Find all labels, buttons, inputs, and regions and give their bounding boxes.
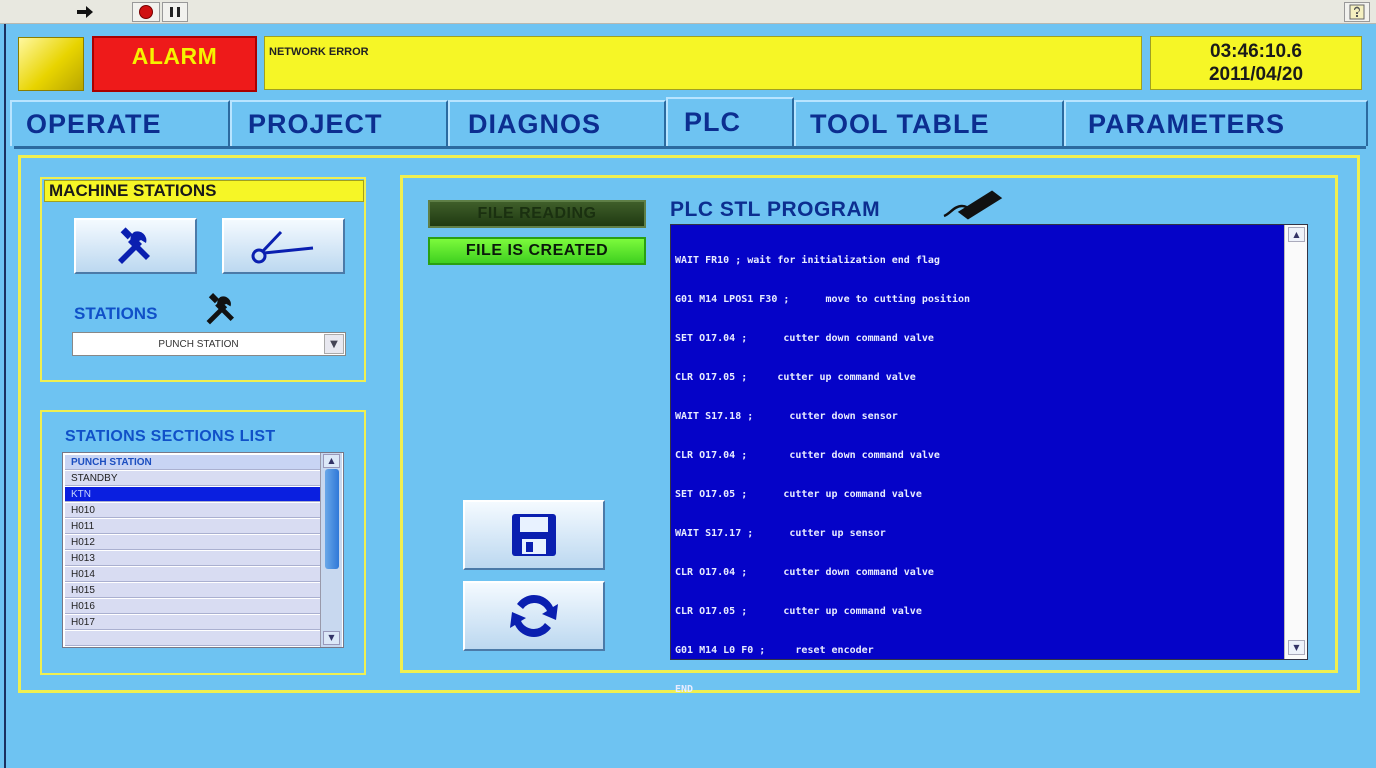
pen-icon[interactable] — [940, 186, 1006, 224]
tools-button[interactable] — [74, 218, 197, 274]
code-editor-scrollbar[interactable]: ▲ ▼ — [1284, 225, 1307, 659]
alarm-label: ALARM — [131, 43, 218, 69]
alarm-message: NETWORK ERROR — [269, 46, 369, 58]
code-line: CLR O17.04 ; cutter down command valve — [675, 567, 934, 578]
list-item[interactable]: H013 — [65, 551, 321, 566]
tab-tool-table[interactable]: TOOL TABLE — [794, 100, 1064, 146]
list-item[interactable]: STANDBY — [65, 471, 321, 486]
code-line: WAIT FR10 ; wait for initialization end … — [675, 255, 940, 266]
tab-parameters[interactable]: PARAMETERS — [1064, 100, 1368, 146]
stations-tools-icon — [198, 290, 246, 332]
list-item[interactable]: H017 — [65, 615, 321, 630]
scrollbar-thumb[interactable] — [325, 469, 339, 569]
list-item[interactable]: H014 — [65, 567, 321, 582]
alarm-indicator: ALARM — [92, 36, 257, 92]
list-item-selected[interactable]: KTN — [65, 487, 321, 502]
station-select-value: PUNCH STATION — [158, 338, 239, 350]
run-button[interactable] — [70, 2, 100, 22]
tab-underline — [14, 146, 1366, 149]
plc-code-lines: WAIT FR10 ; wait for initialization end … — [675, 228, 1285, 722]
code-line: CLR O17.04 ; cutter down command valve — [675, 450, 940, 461]
scroll-up-icon[interactable]: ▲ — [323, 454, 340, 468]
toolbar — [0, 0, 1376, 24]
tab-operate[interactable]: OPERATE — [10, 100, 230, 146]
station-select[interactable]: PUNCH STATION ▼ — [72, 332, 346, 356]
clock-time: 03:46:10.6 — [1210, 41, 1302, 62]
tab-project[interactable]: PROJECT — [230, 100, 448, 146]
stations-sections-list[interactable]: PUNCH STATION STANDBY KTN H010 H011 H012… — [62, 452, 344, 648]
code-line: G01 M14 LPOS1 F30 ; move to cutting posi… — [675, 294, 971, 305]
cut-button[interactable] — [222, 218, 345, 274]
alarm-message-box: NETWORK ERROR — [264, 36, 1142, 90]
save-button[interactable] — [463, 500, 605, 570]
code-line: SET O17.05 ; cutter up command valve — [675, 489, 922, 500]
scroll-down-icon[interactable]: ▼ — [1288, 640, 1305, 655]
abort-button[interactable] — [132, 2, 160, 22]
file-reading-indicator: FILE READING — [428, 200, 646, 228]
code-line: G01 M14 L0 F0 ; reset encoder — [675, 645, 874, 656]
code-line: WAIT S17.18 ; cutter down sensor — [675, 411, 898, 422]
main-tabs: OPERATE PROJECT DIAGNOS PLC TOOL TABLE P… — [10, 97, 1372, 146]
stations-sections-title: STATIONS SECTIONS LIST — [65, 428, 276, 445]
list-item[interactable]: H012 — [65, 535, 321, 550]
status-led — [18, 37, 84, 91]
tab-diagnos[interactable]: DIAGNOS — [448, 100, 666, 146]
chevron-down-icon[interactable]: ▼ — [324, 334, 344, 354]
code-line: SET O17.04 ; cutter down command valve — [675, 333, 934, 344]
save-disk-icon — [512, 514, 556, 556]
scroll-down-icon[interactable]: ▼ — [323, 631, 340, 645]
tab-plc[interactable]: PLC — [666, 97, 794, 146]
clock-display: 03:46:10.6 2011/04/20 — [1150, 36, 1362, 90]
list-item[interactable]: H016 — [65, 599, 321, 614]
abort-icon — [139, 5, 153, 19]
refresh-icon — [510, 595, 558, 637]
stations-label: STATIONS — [74, 304, 158, 323]
pause-icon — [170, 7, 180, 17]
code-line: CLR O17.05 ; cutter up command valve — [675, 372, 916, 383]
code-line: WAIT S17.17 ; cutter up sensor — [675, 528, 886, 539]
list-item[interactable]: H015 — [65, 583, 321, 598]
list-item[interactable]: H011 — [65, 519, 321, 534]
machine-stations-title: MACHINE STATIONS — [44, 180, 364, 202]
list-item-empty — [65, 631, 321, 646]
scroll-up-icon[interactable]: ▲ — [1288, 227, 1305, 242]
file-created-indicator: FILE IS CREATED — [428, 237, 646, 265]
code-line: END — [675, 684, 694, 695]
refresh-button[interactable] — [463, 581, 605, 651]
tools-icon — [117, 227, 150, 264]
arrow-right-icon — [77, 6, 93, 18]
clock-date: 2011/04/20 — [1208, 64, 1304, 85]
plc-code-editor[interactable]: WAIT FR10 ; wait for initialization end … — [670, 224, 1308, 695]
code-line: CLR O17.05 ; cutter up command valve — [675, 606, 922, 617]
help-button[interactable] — [1344, 2, 1370, 22]
plc-program-title: PLC STL PROGRAM — [670, 198, 881, 221]
help-icon — [1349, 4, 1365, 20]
sections-list-scrollbar[interactable]: ▲ ▼ — [320, 453, 342, 647]
list-item[interactable]: PUNCH STATION — [65, 455, 321, 470]
scissors-icon — [251, 230, 313, 264]
list-item[interactable]: H010 — [65, 503, 321, 518]
pause-button[interactable] — [162, 2, 188, 22]
